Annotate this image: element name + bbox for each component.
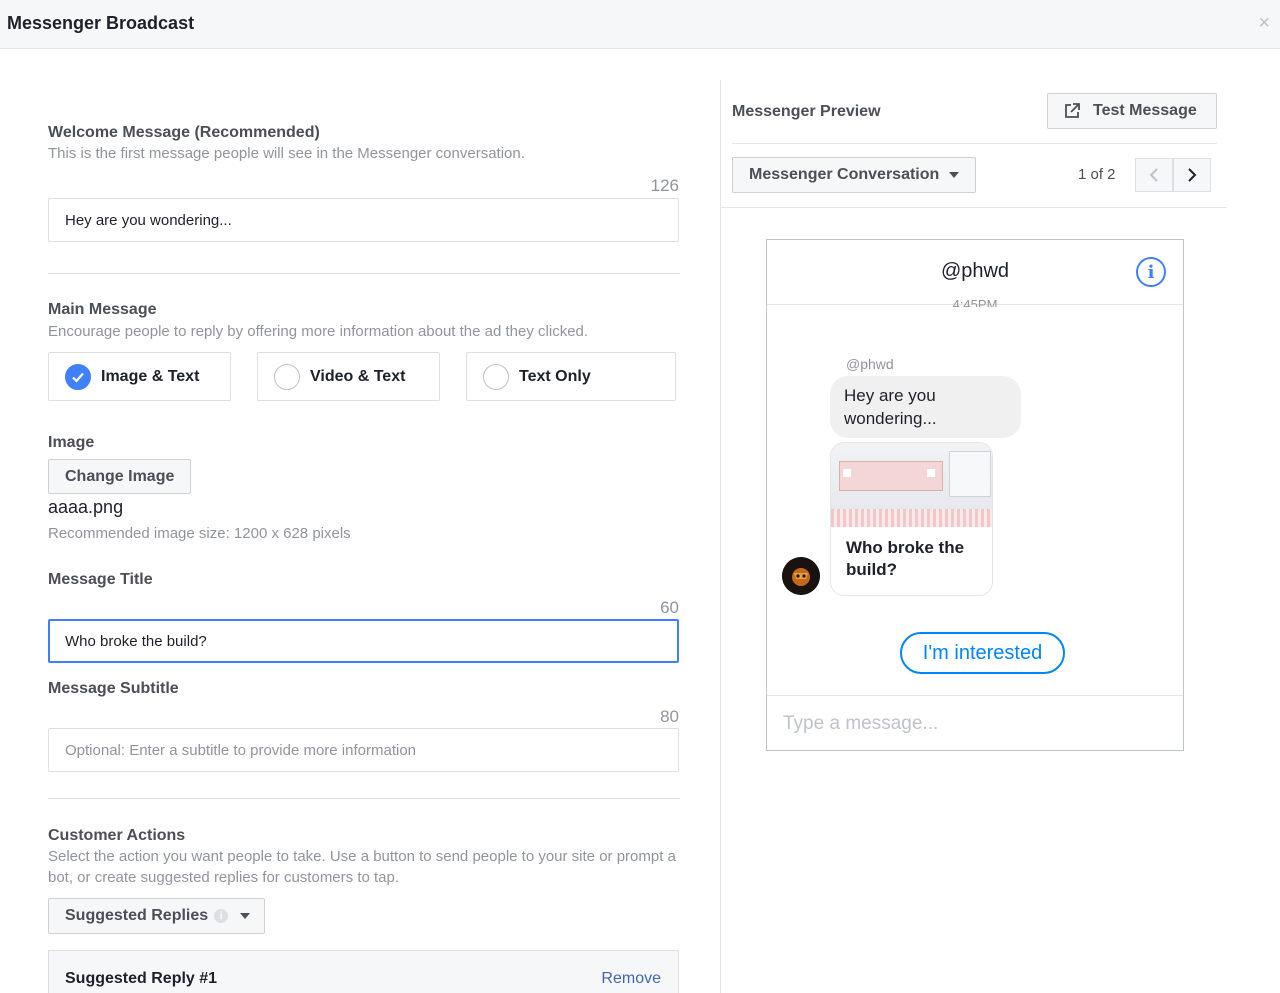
option-video-text[interactable]: Video & Text — [257, 352, 440, 401]
divider — [48, 273, 680, 274]
remove-link[interactable]: Remove — [601, 970, 661, 988]
option-label: Video & Text — [310, 367, 406, 385]
welcome-label: Welcome Message (Recommended) — [48, 124, 320, 141]
main-message-label: Main Message — [48, 301, 157, 318]
option-label: Image & Text — [101, 367, 200, 385]
message-title-input[interactable]: Who broke the build? — [48, 619, 679, 663]
page-indicator: 1 of 2 — [1078, 166, 1116, 183]
previous-button[interactable] — [1135, 158, 1173, 192]
divider — [721, 207, 1227, 208]
suggested-reply-panel: Suggested Reply #1 Remove — [48, 950, 679, 993]
close-icon[interactable]: × — [1258, 13, 1270, 33]
compose-input[interactable]: Type a message... — [783, 713, 938, 735]
card-title: Who broke the build? — [846, 538, 965, 579]
caret-down-icon — [949, 172, 960, 178]
subtitle-char-count: 80 — [660, 707, 679, 726]
title-char-count: 60 — [660, 598, 679, 617]
caret-down-icon — [240, 913, 251, 919]
conversation-header: @phwd i — [767, 240, 1183, 305]
message-subtitle-label: Message Subtitle — [48, 680, 179, 697]
preview-title: Messenger Preview — [732, 103, 881, 120]
suggested-reply-title: Suggested Reply #1 — [65, 970, 218, 987]
sender-name: @phwd — [846, 356, 894, 372]
info-icon[interactable]: i — [1136, 257, 1166, 287]
compose-bar: Type a message... — [767, 695, 1183, 750]
info-icon: i — [214, 909, 229, 923]
option-label: Text Only — [519, 367, 591, 385]
message-timestamp: 4:45PM — [952, 298, 998, 307]
welcome-char-count: 126 — [650, 176, 679, 195]
divider — [48, 798, 680, 799]
divider — [732, 143, 1217, 144]
welcome-message-bubble: Hey are you wondering... — [830, 376, 1021, 438]
chevron-left-icon — [1149, 168, 1158, 182]
messenger-preview-frame: @phwd i 4:45PM @phwd Hey are you wonderi… — [766, 239, 1184, 751]
dropdown-label: Messenger Conversation — [749, 166, 940, 183]
welcome-message-input[interactable]: Hey are you wondering... — [48, 198, 679, 242]
page-handle: @phwd — [940, 260, 1010, 282]
radio-icon — [483, 363, 509, 390]
option-image-text[interactable]: Image & Text — [48, 352, 231, 401]
chevron-right-icon — [1188, 168, 1197, 182]
image-label: Image — [48, 434, 95, 451]
dialog-header: Messenger Broadcast × — [0, 0, 1280, 49]
welcome-description: This is the first message people will se… — [48, 145, 525, 162]
dropdown-label: Suggested Replies — [65, 907, 209, 924]
change-image-button[interactable]: Change Image — [48, 459, 191, 494]
column-divider — [720, 80, 721, 993]
option-text-only[interactable]: Text Only — [466, 352, 676, 401]
dialog-title: Messenger Broadcast — [7, 13, 195, 33]
external-link-icon — [1065, 103, 1080, 118]
avatar — [782, 557, 820, 595]
customer-actions-description: Select the action you want people to tak… — [48, 848, 676, 886]
message-subtitle-input[interactable]: Optional: Enter a subtitle to provide mo… — [48, 728, 679, 772]
check-icon — [65, 363, 91, 390]
main-message-description: Encourage people to reply by offering mo… — [48, 323, 589, 340]
card-image — [831, 443, 992, 527]
image-filename: aaaa.png — [48, 497, 124, 517]
message-title-label: Message Title — [48, 571, 153, 588]
customer-actions-label: Customer Actions — [48, 827, 186, 844]
preview-type-dropdown[interactable]: Messenger Conversation — [732, 157, 976, 193]
test-message-button[interactable]: Test Message — [1047, 93, 1217, 129]
next-button[interactable] — [1173, 158, 1211, 192]
quick-reply-button[interactable]: I'm interested — [900, 632, 1065, 674]
image-size-hint: Recommended image size: 1200 x 628 pixel… — [48, 525, 351, 542]
radio-icon — [274, 363, 300, 390]
test-message-label: Test Message — [1093, 102, 1197, 119]
suggested-replies-dropdown[interactable]: Suggested Replies i — [48, 898, 265, 934]
message-card: Who broke the build? — [830, 442, 993, 596]
